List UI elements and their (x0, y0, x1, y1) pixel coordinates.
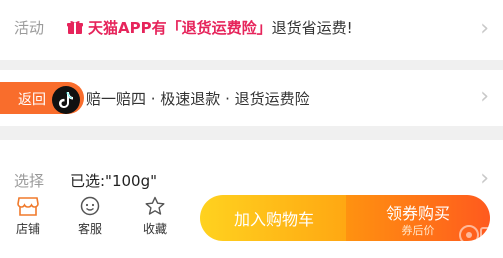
activity-row[interactable]: 活动 天猫APP有「退货运费险」退货省运费! › (0, 0, 503, 60)
watermark-logo-icon (459, 225, 496, 245)
return-label: 返回 (18, 92, 46, 108)
activity-highlight: 天猫APP有「退货运费险」 (88, 19, 272, 37)
star-icon (145, 196, 165, 215)
coupon-buy-label: 领券购买 (385, 204, 450, 223)
chevron-right-icon: › (480, 84, 489, 109)
tab-customer-service-label: 客服 (77, 222, 102, 236)
chat-face-icon (80, 196, 100, 216)
activity-label: 活动 (14, 19, 45, 37)
selected-spec: 已选:"100g" (70, 172, 158, 190)
return-button[interactable]: 返回 (0, 82, 84, 114)
store-icon (17, 197, 39, 216)
tab-store[interactable]: 店铺 (4, 196, 52, 237)
chevron-right-icon: › (480, 166, 489, 191)
tab-customer-service[interactable]: 客服 (66, 196, 114, 237)
tab-store-label: 店铺 (15, 222, 40, 236)
service-text: 赔一赔四 · 极速退款 · 退货运费险 (86, 90, 310, 108)
tab-favorite[interactable]: 收藏 (131, 196, 179, 237)
tiktok-icon (52, 86, 80, 114)
activity-tail: 退货省运费! (271, 19, 353, 37)
add-to-cart-button[interactable]: 加入购物车 (200, 195, 348, 241)
service-row[interactable]: 返回 赔一赔四 · 极速退款 · 退货运费险 › (0, 70, 503, 126)
chevron-right-icon: › (480, 16, 489, 41)
activity-promo: 天猫APP有「退货运费险」退货省运费! (88, 17, 353, 38)
bottom-action-bar: 店铺 客服 收藏 加入购物车 领券购买 券后价 (0, 190, 503, 258)
gift-icon (67, 21, 83, 34)
select-label: 选择 (14, 172, 45, 190)
tab-favorite-label: 收藏 (142, 222, 167, 236)
